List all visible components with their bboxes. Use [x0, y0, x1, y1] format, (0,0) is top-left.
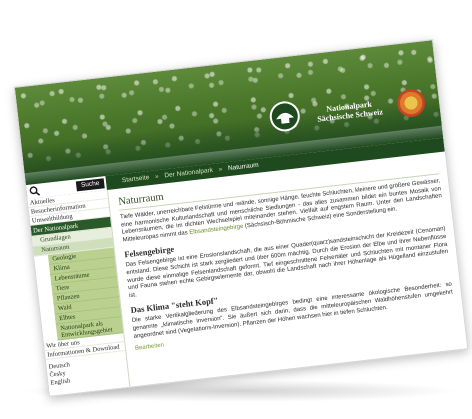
screenshot-stage: Nationalpark Sächsische Schweiz Suche St… [0, 0, 472, 419]
breadcrumb-separator: » [218, 165, 223, 174]
main-content: Naturraum Tiefe Wälder, unerreichbare Fe… [117, 160, 459, 380]
sidebar-nav: Aktuelles Besucherinformation Umweltbild… [27, 189, 131, 397]
browser-card: Nationalpark Sächsische Schweiz Suche St… [13, 39, 469, 397]
breadcrumb-separator: » [154, 173, 160, 181]
language-switcher: Deutsch Česky English [46, 355, 128, 388]
park-logo-icon[interactable] [268, 99, 302, 133]
breadcrumb-nationalpark[interactable]: Der Nationalpark [164, 167, 213, 179]
breadcrumb-home[interactable]: Startseite [122, 174, 150, 184]
search-icon[interactable] [28, 185, 41, 198]
breadcrumb-current: Naturraum [227, 161, 259, 173]
search-button[interactable]: Suche [75, 178, 105, 192]
